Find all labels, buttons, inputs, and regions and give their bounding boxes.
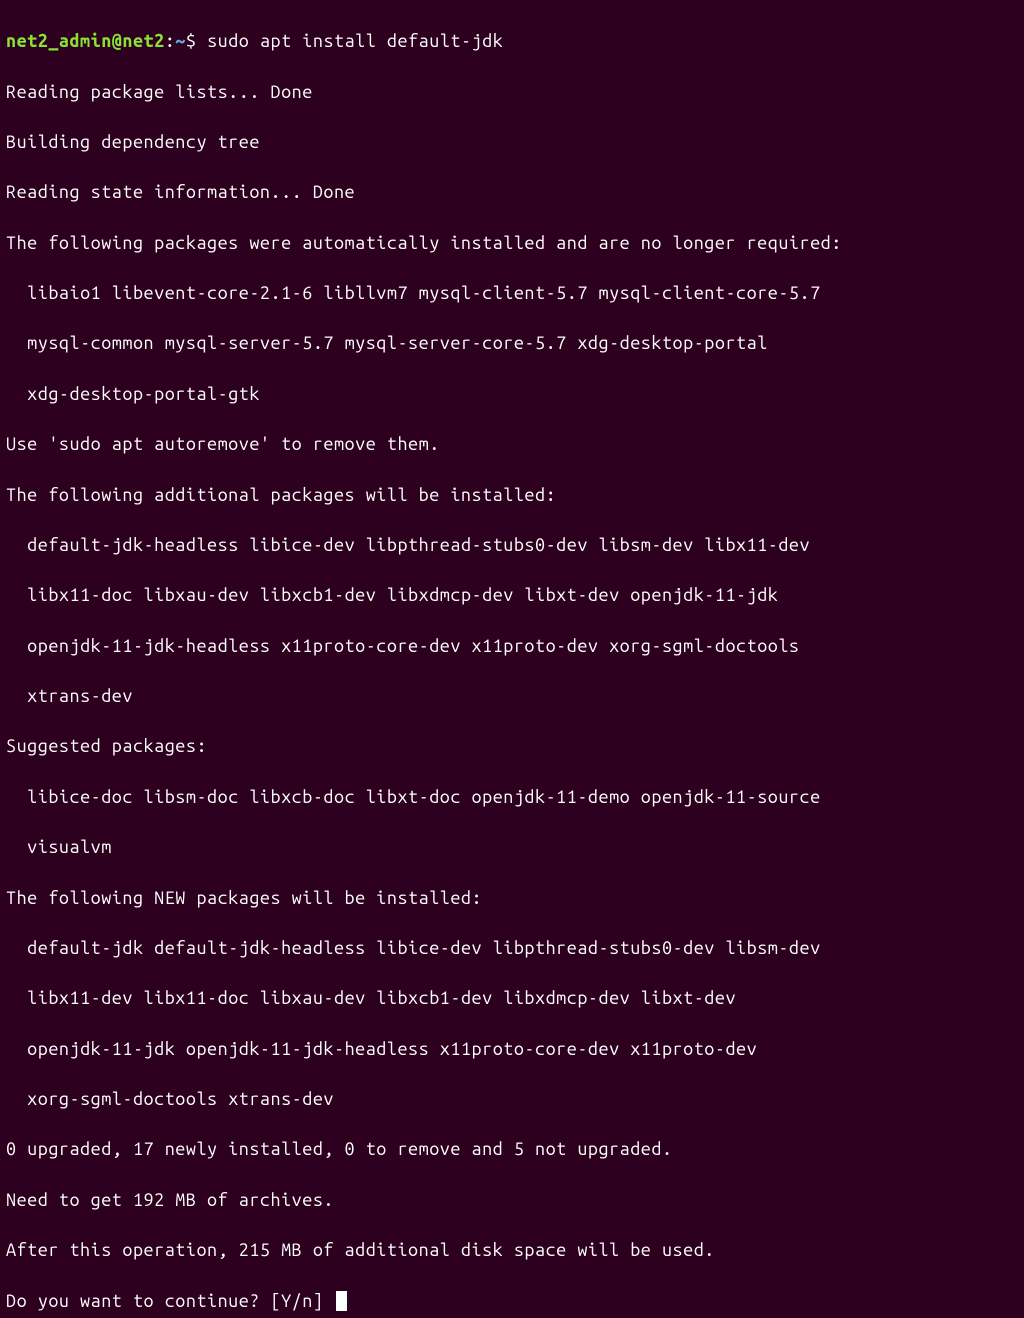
output-line: Reading state information... Done	[6, 180, 1018, 205]
output-line: openjdk-11-jdk openjdk-11-jdk-headless x…	[6, 1037, 1018, 1062]
prompt-colon: :	[165, 31, 176, 51]
output-line: Use 'sudo apt autoremove' to remove them…	[6, 432, 1018, 457]
prompt-path: ~	[175, 31, 186, 51]
output-line: The following additional packages will b…	[6, 483, 1018, 508]
output-line: Need to get 192 MB of archives.	[6, 1188, 1018, 1213]
prompt-continue[interactable]: Do you want to continue? [Y/n]	[6, 1289, 1018, 1314]
output-line: visualvm	[6, 835, 1018, 860]
output-line: xorg-sgml-doctools xtrans-dev	[6, 1087, 1018, 1112]
output-line: libx11-doc libxau-dev libxcb1-dev libxdm…	[6, 583, 1018, 608]
output-line: libx11-dev libx11-doc libxau-dev libxcb1…	[6, 986, 1018, 1011]
output-line: xtrans-dev	[6, 684, 1018, 709]
continue-prompt-text: Do you want to continue? [Y/n]	[6, 1291, 334, 1311]
typed-command: sudo apt install default-jdk	[207, 31, 503, 51]
prompt-user-host: net2_admin@net2	[6, 31, 165, 51]
output-line: The following NEW packages will be insta…	[6, 886, 1018, 911]
cursor-icon	[336, 1291, 347, 1311]
output-line: mysql-common mysql-server-5.7 mysql-serv…	[6, 331, 1018, 356]
terminal-window[interactable]: net2_admin@net2:~$ sudo apt install defa…	[6, 4, 1018, 1318]
prompt-dollar: $	[186, 31, 207, 51]
command-line: net2_admin@net2:~$ sudo apt install defa…	[6, 29, 1018, 54]
output-line: Building dependency tree	[6, 130, 1018, 155]
output-line: xdg-desktop-portal-gtk	[6, 382, 1018, 407]
output-line: 0 upgraded, 17 newly installed, 0 to rem…	[6, 1137, 1018, 1162]
output-line: libice-doc libsm-doc libxcb-doc libxt-do…	[6, 785, 1018, 810]
output-line: libaio1 libevent-core-2.1-6 libllvm7 mys…	[6, 281, 1018, 306]
output-line: default-jdk-headless libice-dev libpthre…	[6, 533, 1018, 558]
output-line: The following packages were automaticall…	[6, 231, 1018, 256]
output-line: Reading package lists... Done	[6, 80, 1018, 105]
output-line: After this operation, 215 MB of addition…	[6, 1238, 1018, 1263]
output-line: default-jdk default-jdk-headless libice-…	[6, 936, 1018, 961]
output-line: Suggested packages:	[6, 734, 1018, 759]
output-line: openjdk-11-jdk-headless x11proto-core-de…	[6, 634, 1018, 659]
